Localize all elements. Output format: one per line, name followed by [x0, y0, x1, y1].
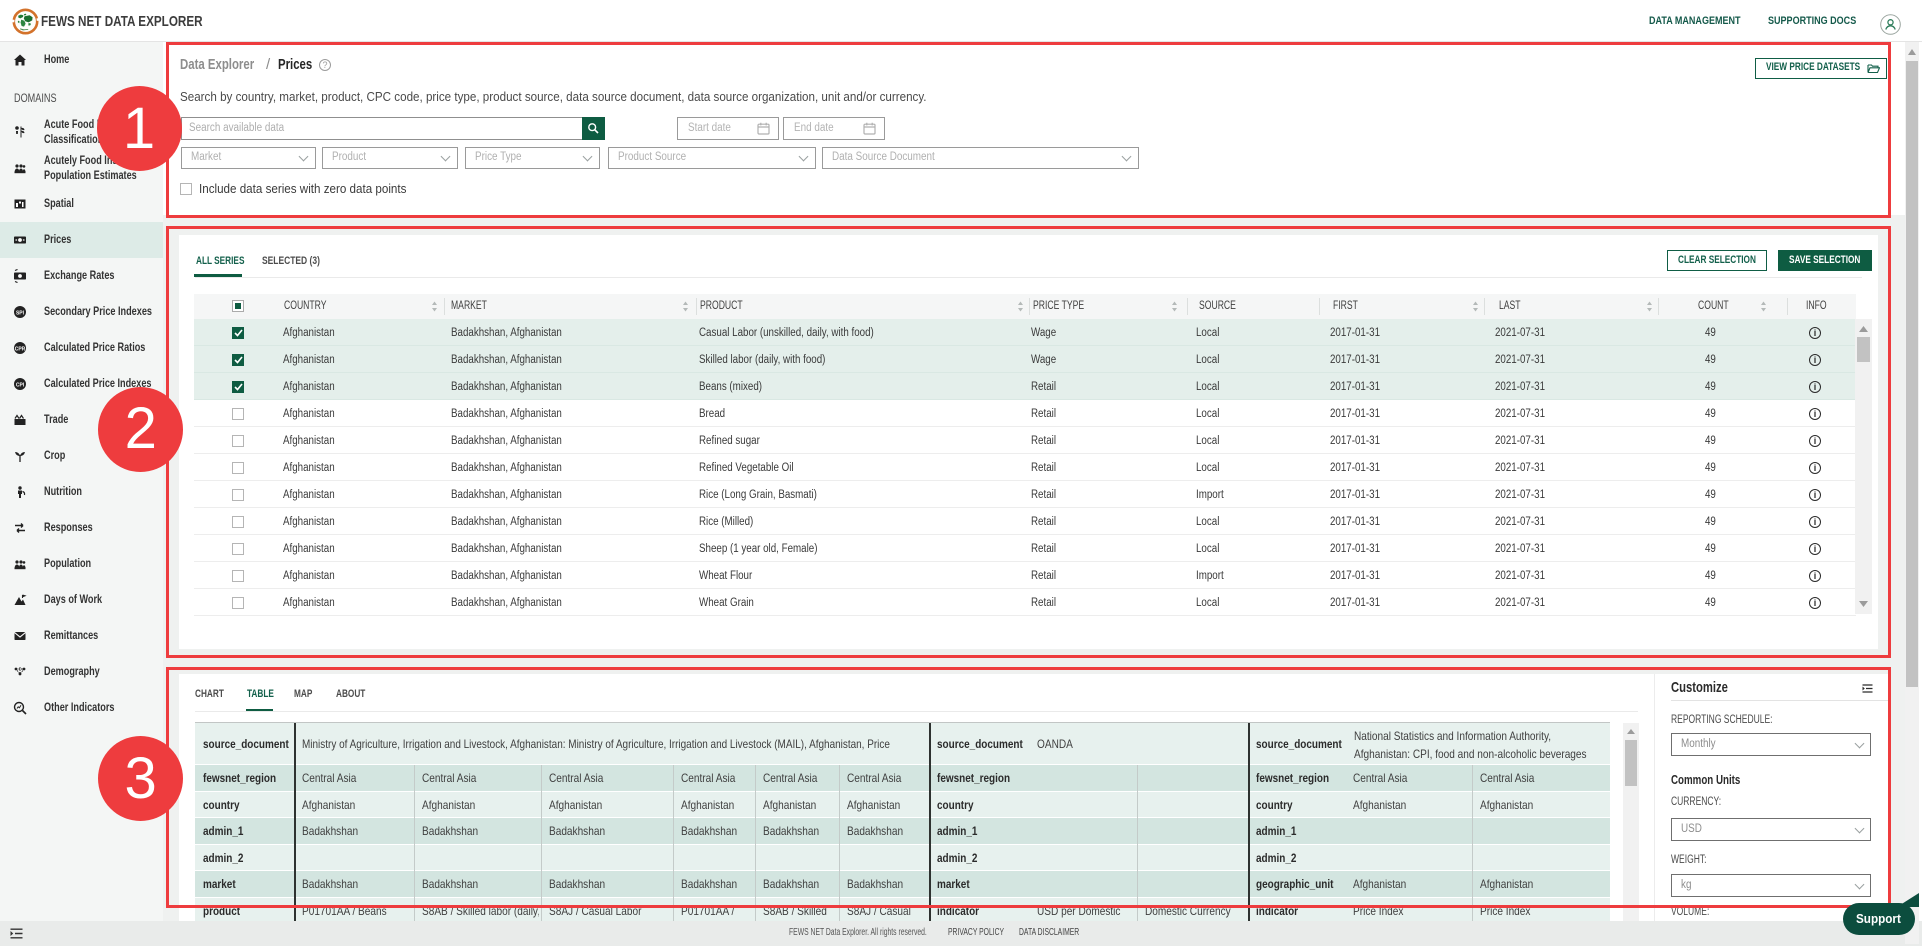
svg-text:SPI: SPI [16, 310, 25, 316]
svg-text:CPI: CPI [16, 382, 25, 388]
svg-text:CPR: CPR [15, 346, 26, 352]
